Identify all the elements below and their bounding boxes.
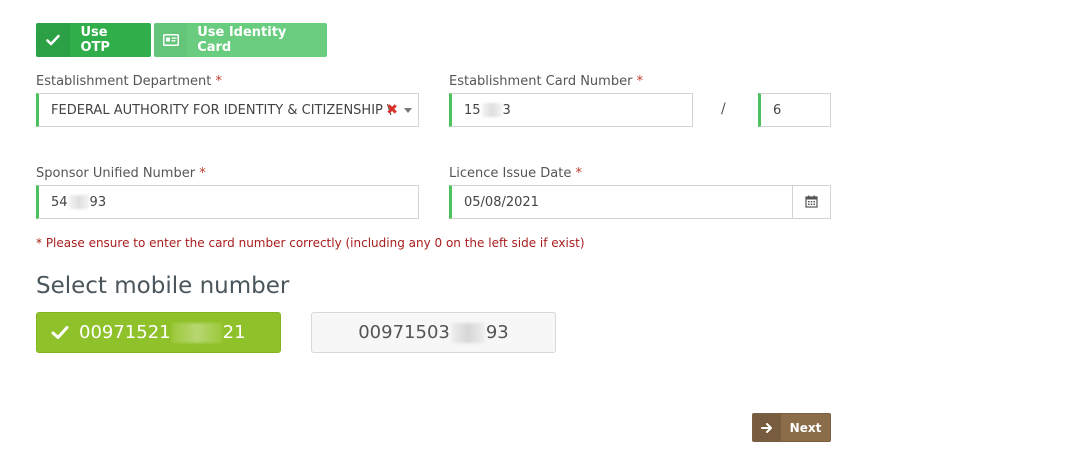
redacted-blur bbox=[481, 103, 502, 117]
licence-issue-date-value: 05/08/2021 bbox=[464, 194, 539, 210]
next-button[interactable]: Next bbox=[752, 413, 831, 442]
establishment-card-secondary-input[interactable]: 6 bbox=[758, 93, 831, 127]
licence-issue-date-input[interactable]: 05/08/2021 bbox=[449, 185, 793, 219]
use-otp-label: Use OTP bbox=[80, 25, 110, 55]
licence-issue-date-label: Licence Issue Date * bbox=[449, 166, 582, 181]
check-icon bbox=[36, 23, 71, 57]
card-number-suffix: 3 bbox=[502, 102, 511, 118]
redacted-blur bbox=[68, 195, 89, 209]
establishment-department-select[interactable]: FEDERAL AUTHORITY FOR IDENTITY & CITIZEN… bbox=[36, 93, 419, 127]
required-mark: * bbox=[575, 166, 582, 181]
redacted-blur bbox=[171, 322, 222, 343]
mobile-number-suffix: 93 bbox=[485, 322, 509, 343]
establishment-card-number-label: Establishment Card Number * bbox=[449, 74, 643, 89]
sponsor-unified-number-label: Sponsor Unified Number * bbox=[36, 166, 206, 181]
sponsor-unified-number-input[interactable]: 54 93 bbox=[36, 185, 419, 219]
sponsor-number-prefix: 54 bbox=[51, 194, 68, 210]
card-number-separator: / bbox=[721, 101, 726, 117]
mobile-number-prefix: 00971521 bbox=[79, 322, 171, 343]
sponsor-number-suffix: 93 bbox=[89, 194, 107, 210]
required-mark: * bbox=[215, 74, 222, 89]
page: Use OTP Use Identity Card Establishment … bbox=[0, 0, 1070, 465]
establishment-card-number-input[interactable]: 15 3 bbox=[449, 93, 693, 127]
required-mark: * bbox=[636, 74, 644, 89]
chevron-down-icon[interactable] bbox=[404, 108, 412, 113]
redacted-blur bbox=[450, 322, 485, 343]
use-identity-card-button[interactable]: Use Identity Card bbox=[154, 23, 327, 57]
select-mobile-title: Select mobile number bbox=[36, 273, 290, 299]
check-icon bbox=[51, 325, 69, 340]
id-card-icon bbox=[154, 23, 188, 57]
calendar-icon bbox=[805, 193, 818, 212]
licence-issue-date-label-text: Licence Issue Date bbox=[449, 166, 572, 181]
mobile-option[interactable]: 00971503 93 bbox=[311, 312, 556, 353]
card-number-prefix: 15 bbox=[464, 102, 481, 118]
arrow-right-icon bbox=[753, 414, 781, 441]
card-number-warning: * Please ensure to enter the card number… bbox=[36, 236, 585, 250]
use-identity-card-label: Use Identity Card bbox=[197, 25, 287, 55]
sponsor-unified-number-label-text: Sponsor Unified Number bbox=[36, 166, 196, 181]
establishment-department-value: FEDERAL AUTHORITY FOR IDENTITY & CITIZEN… bbox=[51, 102, 392, 118]
mobile-option-selected[interactable]: 00971521 21 bbox=[36, 312, 281, 353]
next-label: Next bbox=[789, 420, 822, 435]
clear-icon[interactable]: ✖ bbox=[386, 102, 398, 118]
required-mark: * bbox=[199, 166, 206, 181]
establishment-department-label: Establishment Department * bbox=[36, 74, 222, 89]
calendar-button[interactable] bbox=[792, 185, 831, 219]
card-secondary-value: 6 bbox=[773, 102, 782, 118]
use-otp-button[interactable]: Use OTP bbox=[36, 23, 151, 57]
establishment-department-label-text: Establishment Department bbox=[36, 74, 212, 89]
mobile-number-suffix: 21 bbox=[222, 322, 246, 343]
mobile-number-prefix: 00971503 bbox=[358, 322, 450, 343]
establishment-card-number-label-text: Establishment Card Number bbox=[449, 74, 633, 89]
